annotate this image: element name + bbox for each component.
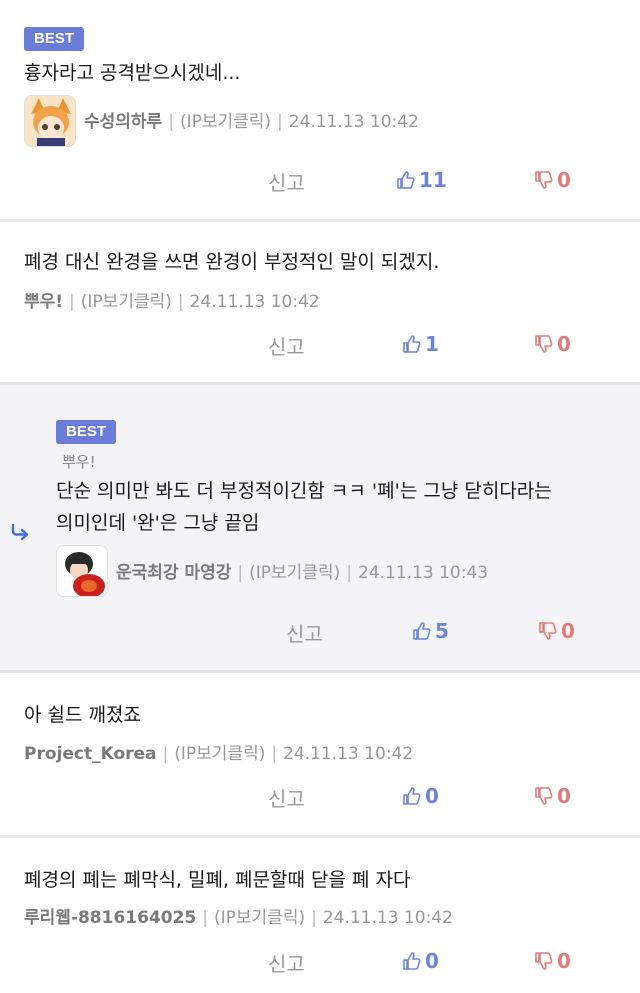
nickname[interactable]: 운국최강 마영강: [116, 561, 231, 585]
like-count: 5: [435, 619, 449, 643]
ip-view-link[interactable]: (IP보기클릭): [174, 742, 265, 766]
comment-item: 아 쉴드 깨졌죠 Project_Korea | (IP보기클릭) | 24.1…: [0, 673, 640, 838]
comment-item: 폐경 대신 완경을 쓰면 완경이 부정적인 말이 되겠지. 뿌우! | (IP보…: [0, 222, 640, 385]
avatar[interactable]: [24, 95, 76, 147]
like-count: 1: [425, 332, 439, 356]
divider: |: [69, 292, 75, 312]
comment-text-line-1: 단순 의미만 봐도 더 부정적이긴함 ㅋㅋ '폐'는 그냥 닫히다라는: [56, 480, 552, 502]
thumbs-up-icon: [403, 952, 421, 970]
comment-date: 24.11.13 10:42: [288, 112, 419, 132]
dislike-count: 0: [561, 619, 575, 643]
best-badge: BEST: [56, 420, 117, 444]
avatar[interactable]: [56, 545, 108, 597]
comment-text-line-2: 의미인데 '완'은 그냥 끝임: [56, 512, 260, 534]
comment-date: 24.11.13 10:42: [283, 744, 414, 764]
dislike-button[interactable]: 0: [534, 784, 571, 808]
thumbs-up-icon: [403, 787, 421, 805]
comment-meta: Project_Korea | (IP보기클릭) | 24.11.13 10:4…: [24, 742, 413, 766]
report-button[interactable]: 신고: [268, 331, 305, 360]
dislike-button[interactable]: 0: [534, 949, 571, 973]
nickname[interactable]: Project_Korea: [24, 742, 157, 766]
thumbs-down-icon: [539, 622, 557, 640]
thumbs-down-icon: [535, 335, 553, 353]
divider: |: [346, 563, 352, 583]
report-button[interactable]: 신고: [268, 948, 305, 977]
thumbs-up-icon: [403, 335, 421, 353]
like-count: 11: [419, 168, 447, 192]
comment-date: 24.11.13 10:42: [189, 292, 320, 312]
divider: |: [168, 112, 174, 132]
divider: |: [311, 908, 317, 928]
ip-view-link[interactable]: (IP보기클릭): [180, 110, 271, 134]
report-button[interactable]: 신고: [286, 618, 323, 647]
thumbs-up-icon: [397, 171, 415, 189]
comment-meta: 루리웹-8816164025 | (IP보기클릭) | 24.11.13 10:…: [24, 906, 453, 930]
like-count: 0: [425, 784, 439, 808]
like-button[interactable]: 5: [412, 619, 449, 643]
best-badge: BEST: [24, 27, 85, 51]
like-button[interactable]: 0: [402, 784, 439, 808]
dislike-count: 0: [557, 168, 571, 192]
dislike-button[interactable]: 0: [534, 168, 571, 192]
comment-meta: 운국최강 마영강 | (IP보기클릭) | 24.11.13 10:43: [116, 561, 488, 585]
divider: |: [177, 292, 184, 312]
reply-comment-item: BEST 뿌우! 단순 의미만 봐도 더 부정적이긴함 ㅋㅋ '폐'는 그냥 닫…: [0, 385, 640, 673]
comment-meta: 뿌우! | (IP보기클릭) | 24.11.13 10:42: [24, 290, 320, 314]
ip-view-link[interactable]: (IP보기클릭): [81, 290, 172, 314]
comment-text: 폐경 대신 완경을 쓰면 완경이 부정적인 말이 되겠지.: [24, 251, 440, 273]
divider: |: [162, 744, 169, 764]
dislike-count: 0: [557, 332, 571, 356]
nickname[interactable]: 수성의하루: [84, 110, 162, 134]
divider: |: [202, 908, 208, 928]
divider: |: [271, 744, 278, 764]
comment-meta: 수성의하루 | (IP보기클릭) | 24.11.13 10:42: [84, 110, 419, 134]
dislike-button[interactable]: 0: [534, 332, 571, 356]
comment-text: 아 쉴드 깨졌죠: [24, 704, 141, 726]
comment-text: 흉자라고 공격받으시겠네...: [24, 62, 241, 84]
thumbs-down-icon: [535, 952, 553, 970]
divider: |: [237, 563, 244, 583]
dislike-button[interactable]: 0: [538, 619, 575, 643]
comment-item: BEST 흉자라고 공격받으시겠네... 수성의하루 | (IP보기클릭) | …: [0, 0, 640, 222]
comment-item: 폐경의 폐는 폐막식, 밀폐, 폐문할때 닫을 폐 자다 루리웹-8816164…: [0, 838, 640, 993]
comment-date: 24.11.13 10:43: [357, 563, 489, 583]
thumbs-up-icon: [413, 622, 431, 640]
reply-target-nickname: 뿌우!: [62, 453, 96, 471]
like-button[interactable]: 1: [402, 332, 439, 356]
thumbs-down-icon: [535, 171, 553, 189]
ip-view-link[interactable]: (IP보기클릭): [249, 561, 340, 585]
like-count: 0: [425, 949, 439, 973]
like-button[interactable]: 0: [402, 949, 439, 973]
nickname[interactable]: 루리웹-8816164025: [24, 906, 196, 930]
like-button[interactable]: 11: [396, 168, 447, 192]
nickname[interactable]: 뿌우!: [24, 290, 63, 314]
reply-arrow-icon: [11, 523, 29, 541]
report-button[interactable]: 신고: [268, 167, 305, 196]
comment-date: 24.11.13 10:42: [322, 908, 453, 928]
report-button[interactable]: 신고: [268, 783, 305, 812]
dislike-count: 0: [557, 784, 571, 808]
comment-text: 폐경의 폐는 폐막식, 밀폐, 폐문할때 닫을 폐 자다: [24, 869, 411, 891]
thumbs-down-icon: [535, 787, 553, 805]
dislike-count: 0: [557, 949, 571, 973]
divider: |: [277, 112, 283, 132]
ip-view-link[interactable]: (IP보기클릭): [214, 906, 305, 930]
